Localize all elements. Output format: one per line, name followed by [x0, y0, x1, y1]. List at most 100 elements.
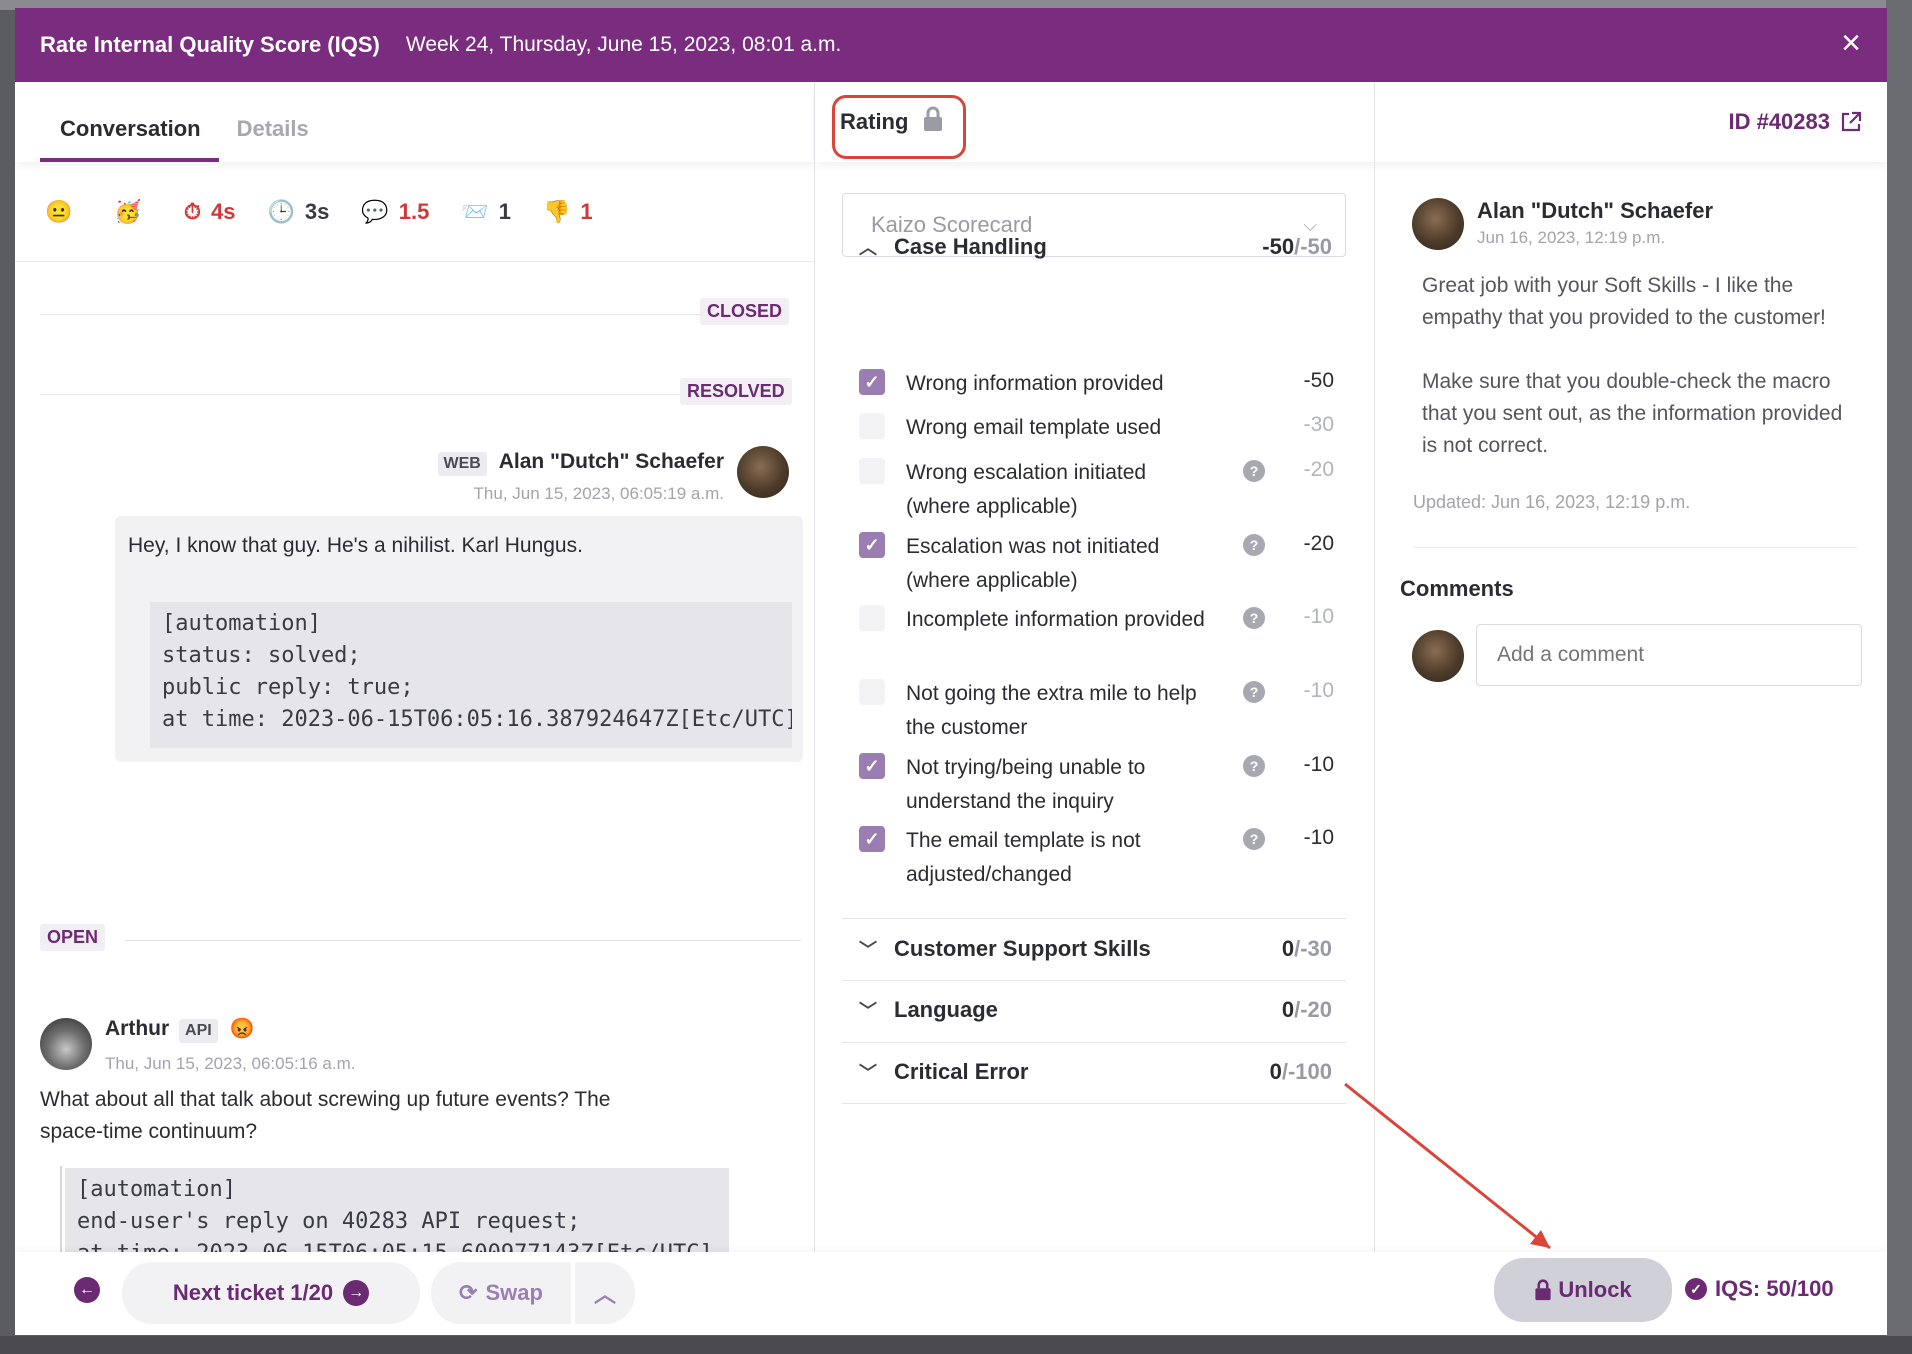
- criterion-label: The email template is not adjusted/chang…: [906, 829, 1141, 886]
- category-name: Critical Error: [894, 1059, 1029, 1084]
- criterion-points: -10: [1303, 753, 1334, 776]
- quote-bar: [60, 1166, 62, 1252]
- feedback-author: Alan "Dutch" Schaefer: [1477, 198, 1714, 223]
- status-badge-resolved: RESOLVED: [680, 378, 792, 405]
- tab-conversation[interactable]: Conversation: [40, 82, 219, 162]
- criterion-points: -10: [1303, 826, 1334, 849]
- feedback-updated: Updated: Jun 16, 2023, 12:19 p.m.: [1413, 492, 1691, 512]
- message-text-line: What about all that talk about screwing …: [40, 1088, 611, 1111]
- next-ticket-button[interactable]: Next ticket 1/20 →: [122, 1262, 420, 1324]
- arrow-left-icon: ←: [74, 1277, 100, 1303]
- iqs-score-label: IQS: 50/100: [1715, 1276, 1834, 1301]
- criterion-checkbox[interactable]: [859, 413, 885, 439]
- unlock-button[interactable]: Unlock: [1494, 1258, 1672, 1322]
- message-time: Thu, Jun 15, 2023, 06:05:16 a.m.: [105, 1054, 356, 1073]
- criterion-label: Incomplete information provided: [906, 608, 1205, 631]
- chevron-up-icon: ︿: [593, 1282, 616, 1307]
- category-divider: [842, 1103, 1346, 1104]
- criterion-checkbox[interactable]: ✓: [859, 369, 885, 395]
- status-badge-closed: CLOSED: [700, 298, 790, 325]
- category-score: 0/-20: [1282, 997, 1332, 1023]
- thumbs-down-icon: 👎: [543, 198, 571, 224]
- criterion-points: -20: [1303, 458, 1334, 481]
- stat-first-reply: ⏱ 4s: [184, 199, 236, 225]
- angry-face-icon: 😡: [229, 1018, 255, 1040]
- message-text-line: space-time continuum?: [40, 1120, 258, 1143]
- category-score: -50/-50: [1262, 234, 1332, 260]
- clock-icon: 🕒: [267, 198, 295, 224]
- feedback-paragraph: Great job with your Soft Skills - I like…: [1422, 274, 1826, 329]
- stat-reopens: 📨 1: [461, 199, 511, 225]
- help-icon[interactable]: ?: [1243, 460, 1265, 482]
- category-score-max: /-50: [1294, 234, 1332, 259]
- chat-bubble-icon: 💬: [361, 198, 389, 224]
- stat-value: 1.5: [398, 198, 430, 224]
- stat-value: 1: [580, 198, 593, 224]
- stat-satisfaction: 🥳: [114, 199, 151, 225]
- criterion-checkbox[interactable]: ✓: [859, 532, 885, 558]
- category-score-value: -50: [1262, 234, 1295, 259]
- criterion-checkbox[interactable]: ✓: [859, 753, 885, 779]
- help-icon[interactable]: ?: [1243, 681, 1265, 703]
- conversation-tabs: Conversation Details: [15, 82, 814, 162]
- modal-subtitle: Week 24, Thursday, June 15, 2023, 08:01 …: [405, 33, 842, 56]
- avatar: [40, 1018, 92, 1070]
- criterion-checkbox[interactable]: ✓: [859, 826, 885, 852]
- message-header: Arthur API 😡: [105, 1016, 254, 1043]
- category-language[interactable]: ﹀ Language 0/-20: [842, 997, 1346, 1023]
- category-score: 0/-30: [1282, 936, 1332, 962]
- feedback-paragraph: Make sure that you double-check the macr…: [1422, 370, 1843, 457]
- help-icon[interactable]: ?: [1243, 755, 1265, 777]
- swap-button[interactable]: ⟳ Swap: [431, 1262, 571, 1324]
- close-icon[interactable]: ×: [1841, 26, 1861, 60]
- category-case-handling[interactable]: ︿ Case Handling -50/-50: [842, 234, 1346, 260]
- category-critical-error[interactable]: ﹀ Critical Error 0/-100: [842, 1059, 1346, 1085]
- feedback-panel: Alan "Dutch" Schaefer Jun 16, 2023, 12:1…: [1375, 82, 1887, 1252]
- unlock-label: Unlock: [1558, 1277, 1632, 1302]
- swap-options-button[interactable]: ︿: [575, 1262, 635, 1324]
- stat-value: 1: [498, 198, 512, 224]
- chevron-down-icon: ﹀: [859, 940, 877, 960]
- modal-footer: ← Next ticket 1/20 → ⟳ Swap ︿ Unlock ✓ I…: [15, 1252, 1887, 1335]
- avatar: [737, 446, 789, 498]
- chevron-down-icon: ⌵: [1303, 214, 1317, 235]
- message-header: WEB Alan "Dutch" Schaefer: [437, 450, 724, 476]
- modal-title: Rate Internal Quality Score (IQS): [40, 32, 380, 57]
- criterion-points: -20: [1303, 532, 1334, 555]
- help-icon[interactable]: ?: [1243, 828, 1265, 850]
- tab-details[interactable]: Details: [237, 82, 309, 162]
- category-name: Language: [894, 997, 998, 1022]
- help-icon[interactable]: ?: [1243, 607, 1265, 629]
- stopwatch-icon: ⏱: [183, 198, 201, 224]
- criterion-checkbox[interactable]: [859, 458, 885, 484]
- divider: [1413, 547, 1857, 548]
- comment-input[interactable]: [1476, 624, 1862, 686]
- next-ticket-label: Next ticket 1/20: [172, 1280, 334, 1305]
- stat-replies: 💬 1.5: [361, 199, 429, 225]
- category-score-max: /-20: [1294, 997, 1332, 1022]
- criterion-checkbox[interactable]: [859, 605, 885, 631]
- neutral-face-icon: 😐: [45, 198, 73, 224]
- automation-code-block: [automation] end-user's reply on 40283 A…: [65, 1168, 729, 1252]
- arrow-right-icon: →: [343, 1280, 370, 1306]
- criterion-points: -50: [1303, 369, 1334, 392]
- ticket-stats: 😐 🥳 ⏱ 4s 🕒 3s 💬 1.5 📨 1 👎 1: [15, 162, 814, 262]
- message-text: What about all that talk about screwing …: [40, 1084, 610, 1148]
- previous-ticket-button[interactable]: ←: [71, 1274, 103, 1306]
- chevron-up-icon: ︿: [859, 238, 877, 258]
- criterion-checkbox[interactable]: [859, 679, 885, 705]
- iqs-modal: Rate Internal Quality Score (IQS) Week 2…: [15, 8, 1887, 1335]
- category-score: 0/-100: [1270, 1059, 1332, 1085]
- automation-code-block: [automation] status: solved; public repl…: [150, 602, 792, 748]
- stat-value: 4s: [210, 198, 236, 224]
- channel-badge: WEB: [437, 452, 487, 476]
- feedback-time: Jun 16, 2023, 12:19 p.m.: [1477, 228, 1666, 247]
- criterion-points: -10: [1303, 605, 1334, 628]
- criterion-points: -30: [1303, 413, 1334, 436]
- background-edge: [0, 1336, 1912, 1354]
- category-customer-support-skills[interactable]: ﹀ Customer Support Skills 0/-30: [842, 936, 1346, 962]
- conversation-panel: Conversation Details 😐 🥳 ⏱ 4s 🕒 3s 💬 1.5 📨 1…: [15, 82, 815, 1252]
- criterion-points: -10: [1303, 679, 1334, 702]
- help-icon[interactable]: ?: [1243, 534, 1265, 556]
- swap-label: Swap: [485, 1280, 543, 1305]
